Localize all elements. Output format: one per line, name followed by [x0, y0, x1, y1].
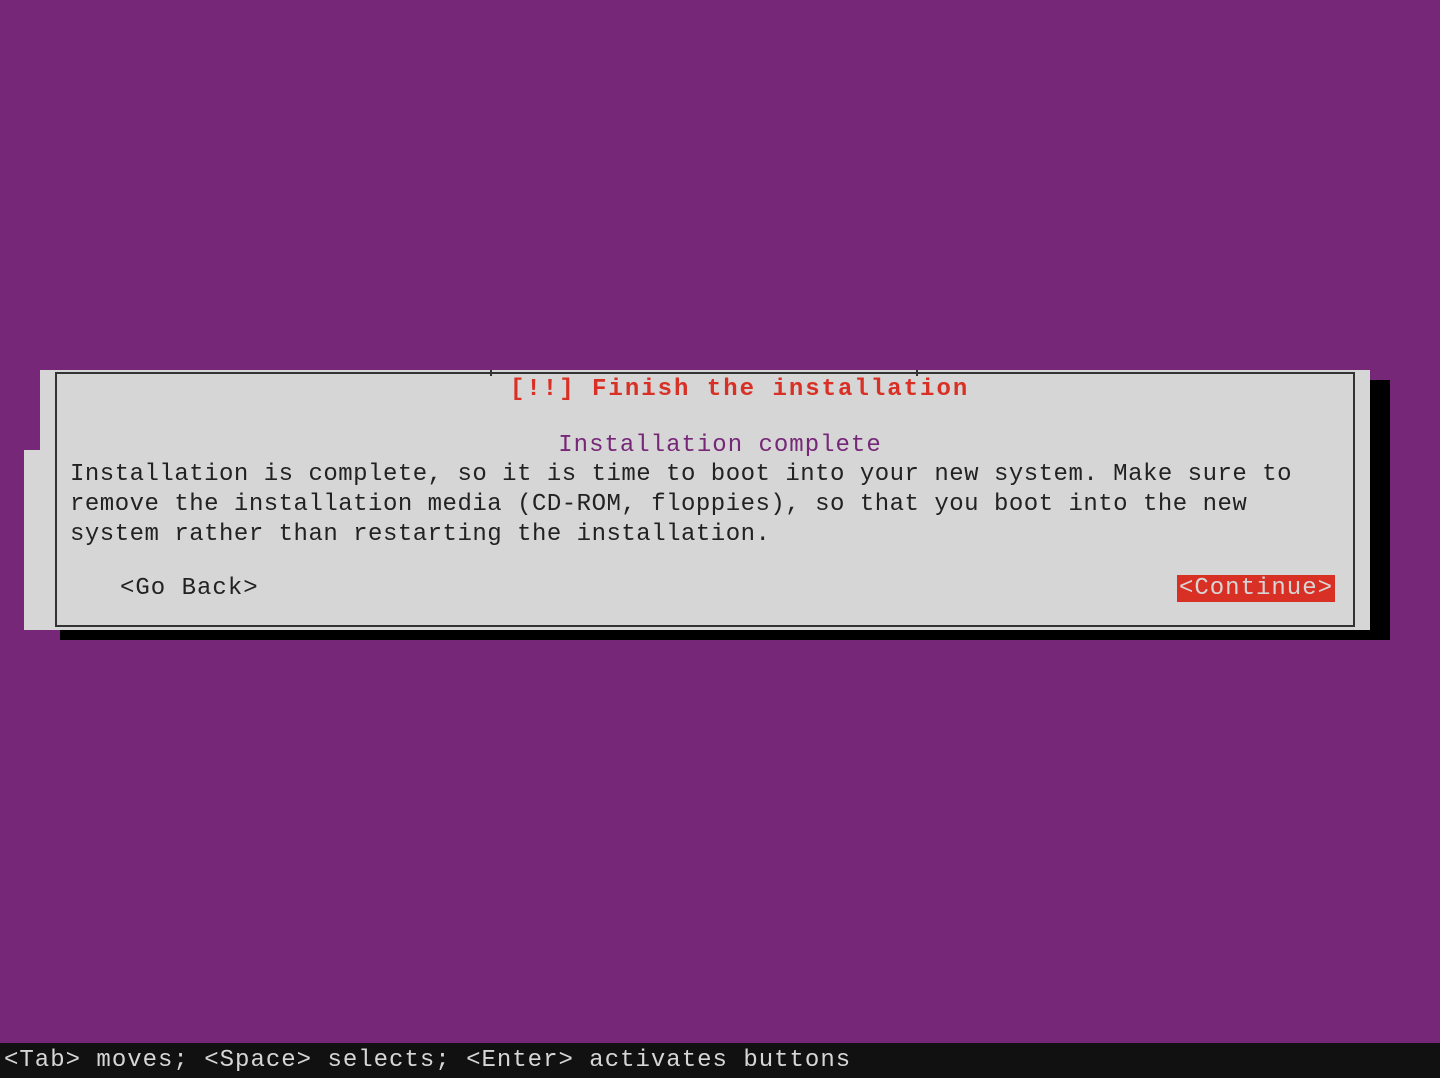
dialog-subtitle: Installation complete [0, 432, 1440, 459]
dialog-title: [!!] Finish the installation [490, 376, 989, 403]
continue-button[interactable]: <Continue> [1177, 575, 1335, 602]
dialog-button-row: <Go Back> <Continue> [120, 575, 1335, 602]
dialog-body-text: Installation is complete, so it is time … [70, 460, 1350, 550]
help-bar: <Tab> moves; <Space> selects; <Enter> ac… [0, 1043, 1440, 1078]
go-back-button[interactable]: <Go Back> [120, 575, 259, 602]
